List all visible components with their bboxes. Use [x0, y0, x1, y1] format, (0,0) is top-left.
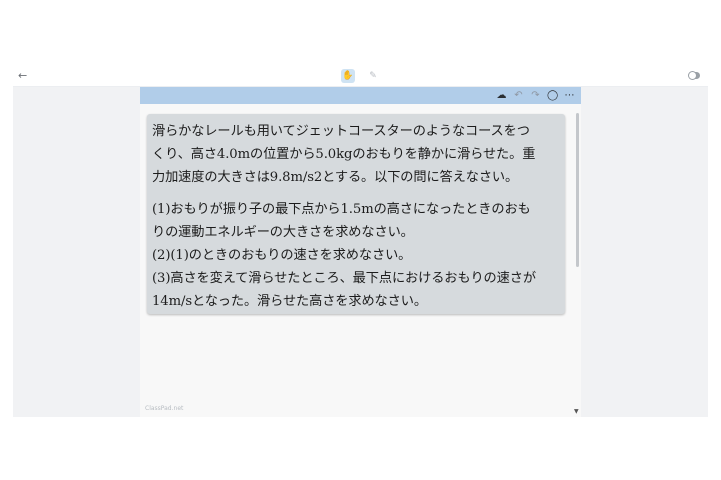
intro-line: 力加速度の大きさは9.8m/s2とする。以下の問に答えなさい。: [152, 170, 519, 185]
more-icon[interactable]: ⋯: [564, 89, 575, 102]
question-line: 14m/sとなった。滑らせた高さを求めなさい。: [152, 294, 427, 309]
undo-icon[interactable]: ↶: [513, 89, 524, 102]
pen-icon[interactable]: ✎: [366, 69, 380, 83]
redo-icon[interactable]: ↷: [530, 89, 541, 102]
question-line: (1)おもりが振り子の最下点から1.5mの高さになったときのおも: [152, 202, 531, 217]
question-line: りの運動エネルギーの大きさを求めなさい。: [152, 225, 414, 240]
scrollbar-thumb[interactable]: [576, 113, 579, 267]
intro-line: 滑らかなレールも用いてジェットコースターのようなコースをつ: [152, 124, 530, 139]
cloud-sync-icon[interactable]: ☁: [496, 89, 507, 102]
toggle-icon[interactable]: [688, 71, 700, 80]
circle-icon[interactable]: ◯: [547, 89, 558, 102]
hand-icon[interactable]: ✋: [341, 69, 355, 83]
arrow-left-icon[interactable]: ←: [18, 69, 27, 83]
watermark: ClassPad.net: [145, 405, 184, 412]
question-line: (2)(1)のときのおもりの速さを求めなさい。: [152, 248, 412, 263]
top-toolbar: ← ✋ ✎: [13, 67, 708, 87]
intro-line: くり、高さ4.0mの位置から5.0kgのおもりを静かに滑らせた。重: [152, 147, 536, 162]
problem-text: 滑らかなレールも用いてジェットコースターのようなコースをつ くり、高さ4.0mの…: [152, 120, 562, 313]
scroll-down-arrow-icon[interactable]: ▼: [574, 409, 579, 415]
question-line: (3)高さを変えて滑らせたところ、最下点におけるおもりの速さが: [152, 271, 536, 286]
canvas-header: ☁ ↶ ↷ ◯ ⋯: [140, 87, 581, 104]
